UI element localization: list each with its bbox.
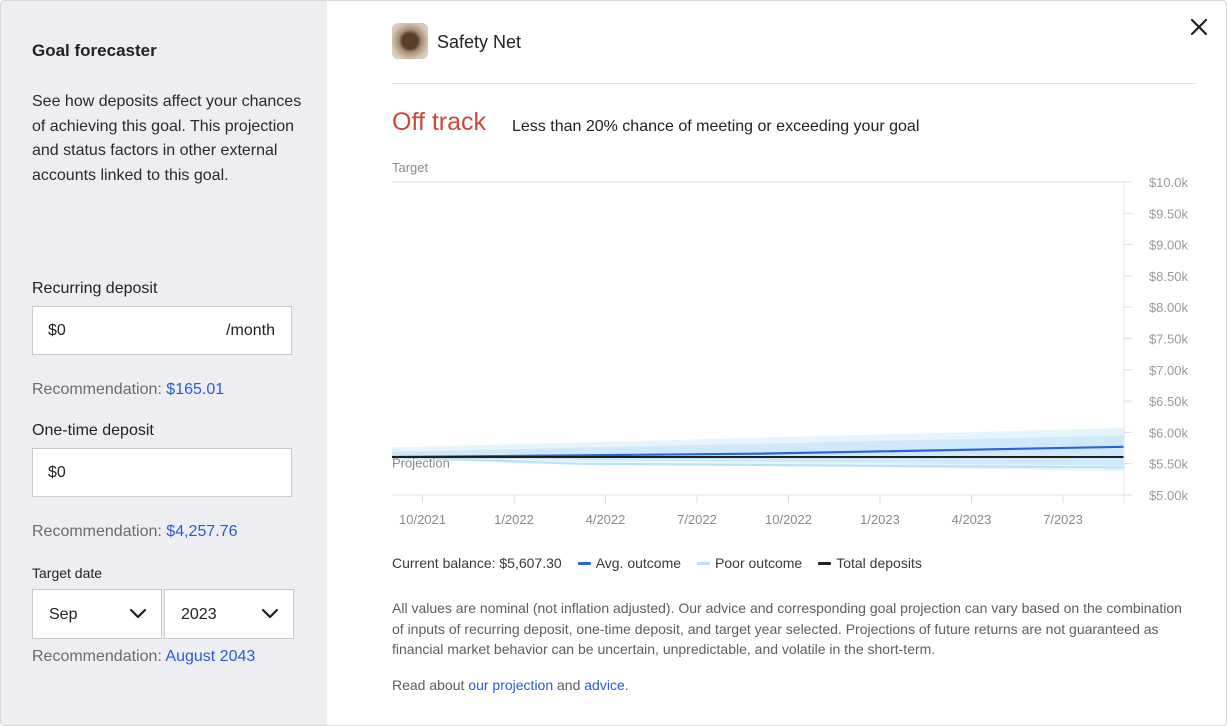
y-tick-label: $6.50k [1149,394,1189,409]
y-tick-label: $6.00k [1149,425,1189,440]
one-time-recommendation: Recommendation: $4,257.76 [32,523,237,541]
legend-swatch-deposits [818,561,832,565]
projection-link[interactable]: our projection [468,677,553,693]
chevron-down-icon [129,608,147,619]
x-tick-label: 10/2021 [399,512,446,527]
read-more: Read about our projection and advice. [392,677,629,693]
header-divider [392,83,1196,84]
y-tick-label: $7.00k [1149,363,1189,378]
legend-item-deposits: Total deposits [818,555,922,571]
y-tick-label: $9.00k [1149,238,1189,253]
recurring-recommendation-prefix: Recommendation: [32,381,167,398]
recurring-recommendation: Recommendation: $165.01 [32,381,224,399]
target-month-value: Sep [49,606,78,623]
y-tick-label: $10.0k [1149,175,1189,190]
recurring-deposit-value[interactable]: $0 [48,322,66,340]
y-tick-label: $5.00k [1149,488,1189,503]
legend-item-poor: Poor outcome [697,555,802,571]
disclaimer-text: All values are nominal (not inflation ad… [392,600,1182,658]
goal-name: Safety Net [437,32,522,52]
y-tick-label: $9.50k [1149,206,1189,221]
target-date-recommendation-link[interactable]: August 2043 [165,648,255,665]
advice-link[interactable]: advice [584,677,624,693]
sidebar-title: Goal forecaster [32,41,157,60]
legend-label-avg: Avg. outcome [595,555,682,571]
x-tick-label: 4/2022 [586,512,626,527]
target-year-value: 2023 [181,606,217,623]
recurring-recommendation-link[interactable]: $165.01 [166,381,224,398]
legend-swatch-poor [697,561,711,565]
target-year-select[interactable]: 2023 [164,589,294,639]
y-tick-label: $5.50k [1149,457,1189,472]
status-description: Less than 20% chance of meeting or excee… [512,118,920,135]
x-tick-label: 4/2023 [952,512,992,527]
x-tick-label: 1/2022 [494,512,534,527]
x-tick-label: 7/2022 [677,512,717,527]
goal-forecaster-modal: Goal forecaster See how deposits affect … [0,0,1227,726]
target-date-recommendation: Recommendation: August 2043 [32,648,255,666]
target-date-recommendation-prefix: Recommendation: [32,648,166,665]
recurring-deposit-label: Recurring deposit [32,280,158,297]
recurring-deposit-input[interactable]: $0 /month [32,306,292,355]
legend-item-avg: Avg. outcome [577,555,682,571]
target-date-label: Target date [32,565,103,581]
target-label: Target [392,160,429,175]
current-balance: Current balance: $5,607.30 [392,555,562,571]
status-label: Off track [392,108,487,136]
sidebar-description: See how deposits affect your chances of … [32,93,302,184]
one-time-recommendation-prefix: Recommendation: [32,523,167,540]
projection-label: Projection [392,456,450,471]
chart-legend: Current balance: $5,607.30 Avg. outcome … [392,555,938,571]
legend-label-deposits: Total deposits [836,555,922,571]
y-tick-label: $8.50k [1149,269,1189,284]
chevron-down-icon [261,608,279,619]
one-time-deposit-input[interactable]: $0 [32,448,292,497]
one-time-deposit-label: One-time deposit [32,422,154,439]
y-tick-label: $8.00k [1149,300,1189,315]
close-icon[interactable] [1189,17,1209,37]
read-more-prefix: Read about [392,677,469,693]
target-month-select[interactable]: Sep [32,589,162,639]
forecaster-sidebar: Goal forecaster See how deposits affect … [1,1,327,725]
legend-label-poor: Poor outcome [715,555,803,571]
read-more-suffix: . [624,677,629,693]
x-tick-label: 7/2023 [1043,512,1083,527]
x-tick-label: 1/2023 [860,512,900,527]
one-time-deposit-value[interactable]: $0 [48,464,66,482]
x-tick-label: 10/2022 [765,512,812,527]
read-more-middle: and [553,677,585,693]
y-tick-label: $7.50k [1149,332,1189,347]
projection-chart: Target Projection 10/2021 1/2022 4/2022 7/202… [391,160,1189,527]
legend-swatch-avg [577,561,591,565]
goal-image [392,23,428,59]
recurring-deposit-suffix: /month [226,322,275,339]
one-time-recommendation-link[interactable]: $4,257.76 [166,523,237,540]
